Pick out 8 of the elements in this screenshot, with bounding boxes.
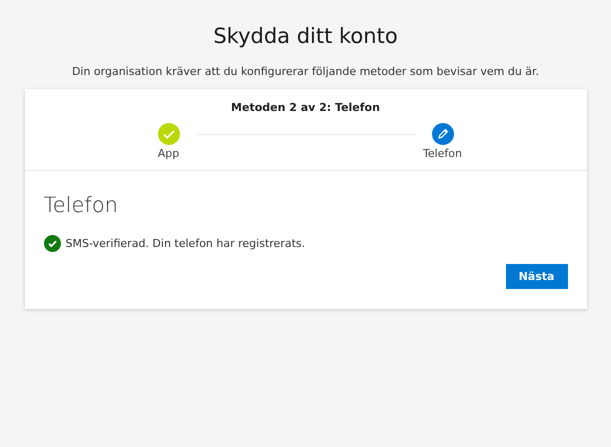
section-heading: Telefon [44,193,119,217]
page-subtitle: Din organisation kräver att du konfigurerar följande metoder som bevisar vem du är. [72,64,540,80]
step-label: Telefon [422,147,462,160]
step-caption: Metoden 2 av 2: Telefon [231,101,380,114]
page-title: Skydda ditt konto [213,23,398,50]
next-button[interactable]: Nästa [506,264,568,289]
step-label: App [158,147,180,160]
status-message: SMS-verifierad. Din telefon har registrerats. [66,237,306,250]
